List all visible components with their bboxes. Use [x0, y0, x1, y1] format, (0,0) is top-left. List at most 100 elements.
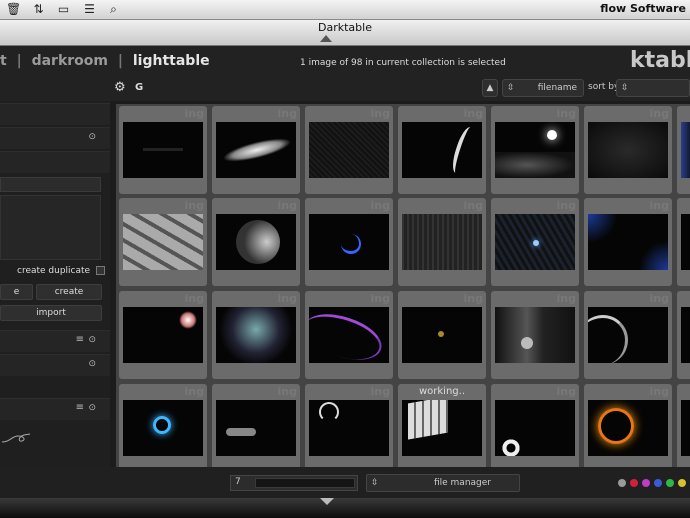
window-icon[interactable]: ▭	[56, 2, 71, 17]
thumbnail[interactable]: ing	[212, 291, 300, 379]
panel-section[interactable]	[0, 151, 110, 173]
cut-button-label: e	[13, 287, 20, 297]
thumbnail-watermark: ing	[649, 199, 669, 212]
collapse-bottom-arrow-icon[interactable]	[320, 498, 334, 505]
reset-icon[interactable]: ⊙	[88, 359, 96, 369]
working-label: working..	[418, 386, 466, 397]
gear-icon[interactable]: ⚙	[114, 80, 126, 95]
view-tab-lighttable[interactable]: lighttable	[133, 53, 210, 69]
thumbnail-image	[402, 400, 482, 456]
thumbnail[interactable]: ing	[677, 198, 690, 286]
thumbnail-watermark: ing	[649, 385, 669, 398]
darktable-window: { "topbar": { "app_name": "flow Software…	[0, 0, 690, 518]
thumbnail[interactable]: ing	[584, 384, 672, 472]
menu-icon[interactable]: ≡	[76, 402, 84, 413]
collection-status: 1 image of 98 in current collection is s…	[300, 58, 506, 68]
thumbnail[interactable]: ing	[584, 291, 672, 379]
reset-icon[interactable]: ⊙	[88, 132, 96, 142]
filmstrip-toggle	[0, 498, 690, 518]
cut-button[interactable]: e	[0, 284, 33, 300]
panel-section[interactable]	[0, 103, 110, 125]
thumbnail[interactable]: ing	[212, 106, 300, 194]
color-label-dot[interactable]	[630, 479, 638, 487]
thumbnail[interactable]: ing	[212, 384, 300, 472]
star-filter-label[interactable]: G	[135, 82, 143, 93]
thumbnail[interactable]: ing	[119, 106, 207, 194]
thumbnail-image	[123, 122, 203, 178]
panel-section-metadata[interactable]: ⊙	[0, 354, 110, 376]
chevron-updown-icon: ⇳	[371, 478, 379, 488]
thumbnail[interactable]: ing	[398, 198, 486, 286]
view-tab-tethering[interactable]: t	[0, 53, 7, 69]
layout-value: file manager	[433, 478, 491, 488]
thumbnail-image	[681, 122, 690, 178]
layout-select[interactable]: ⇳ file manager	[366, 474, 520, 492]
thumbnail[interactable]: ing	[491, 291, 579, 379]
color-label-dot[interactable]	[666, 479, 674, 487]
zoom-value[interactable]: 7	[235, 477, 241, 487]
thumbnail-watermark: ing	[370, 107, 390, 120]
list-icon[interactable]: ☰	[82, 2, 97, 17]
color-label-dot[interactable]	[654, 479, 662, 487]
thumbnail[interactable]: ing	[119, 291, 207, 379]
thumbnail-watermark: ing	[556, 292, 576, 305]
collapse-top-arrow-icon[interactable]	[320, 35, 332, 42]
thumbnail-image	[495, 400, 575, 456]
thumbnail[interactable]: working..	[398, 384, 486, 472]
thumbnail[interactable]: ing	[305, 198, 393, 286]
import-button[interactable]: import	[0, 305, 102, 321]
panel-section-export[interactable]: ≡ ⊙	[0, 398, 110, 420]
thumbnail-watermark: ing	[370, 292, 390, 305]
thumbnail[interactable]: ing	[119, 384, 207, 472]
sort-direction-button[interactable]: ▲	[482, 79, 498, 97]
panel-section-collect[interactable]: ⊙	[0, 127, 110, 149]
thumbnail-image	[216, 122, 296, 178]
thumbnail-image	[588, 307, 668, 363]
thumbnail-watermark: ing	[556, 199, 576, 212]
thumbnail[interactable]: ing	[491, 106, 579, 194]
trash-icon[interactable]: 🗑	[6, 2, 21, 17]
thumbnail-image	[495, 307, 575, 363]
sort-direction-icon: ▲	[486, 83, 494, 93]
thumbnail[interactable]: ing	[398, 106, 486, 194]
thumbnail-watermark: ing	[556, 385, 576, 398]
create-button[interactable]: create	[36, 284, 102, 300]
zoom-slider[interactable]	[255, 478, 355, 488]
thumbnail[interactable]: ing	[305, 291, 393, 379]
thumbnail[interactable]: ing	[584, 198, 672, 286]
tag-list[interactable]	[0, 195, 101, 260]
thumbnail-watermark: ing	[463, 292, 483, 305]
create-duplicate-checkbox[interactable]: create duplicate	[17, 266, 106, 276]
thumbnail-image	[588, 214, 668, 270]
zoom-control[interactable]: 7	[230, 475, 358, 491]
search-icon[interactable]: ⌕	[106, 2, 121, 17]
thumbnail-watermark: ing	[184, 107, 204, 120]
upload-icon[interactable]: ⇅	[31, 2, 46, 17]
color-label-dot[interactable]	[618, 479, 626, 487]
panel-section-styles[interactable]: ≡ ⊙	[0, 330, 110, 352]
color-label-dot[interactable]	[678, 479, 686, 487]
thumbnail[interactable]: ing	[677, 106, 690, 194]
thumbnail-image	[681, 400, 690, 456]
checkbox-box[interactable]	[96, 266, 106, 275]
filter-select[interactable]: ⇳	[616, 79, 690, 97]
reset-icon[interactable]: ⊙	[88, 403, 96, 413]
thumbnail[interactable]: ing	[305, 106, 393, 194]
thumbnail[interactable]: ing	[305, 384, 393, 472]
thumbnail-image	[216, 307, 296, 363]
menu-icon[interactable]: ≡	[76, 334, 84, 345]
thumbnail[interactable]: ing	[584, 106, 672, 194]
thumbnail[interactable]: ing	[677, 291, 690, 379]
color-label-dot[interactable]	[642, 479, 650, 487]
tag-input[interactable]	[0, 177, 101, 192]
thumbnail[interactable]: ing	[119, 198, 207, 286]
thumbnail[interactable]: ing	[491, 198, 579, 286]
thumbnail[interactable]: ing	[677, 384, 690, 472]
reset-icon[interactable]: ⊙	[88, 335, 96, 345]
view-tab-darkroom[interactable]: darkroom	[32, 53, 108, 69]
thumbnail[interactable]: ing	[212, 198, 300, 286]
thumbnail[interactable]: ing	[398, 291, 486, 379]
sort-field-select[interactable]: ⇳ filename	[502, 79, 584, 97]
thumbnail[interactable]: ing	[491, 384, 579, 472]
system-menu-bar: 🗑 ⇅ ▭ ☰ ⌕ flow Software	[0, 0, 690, 20]
